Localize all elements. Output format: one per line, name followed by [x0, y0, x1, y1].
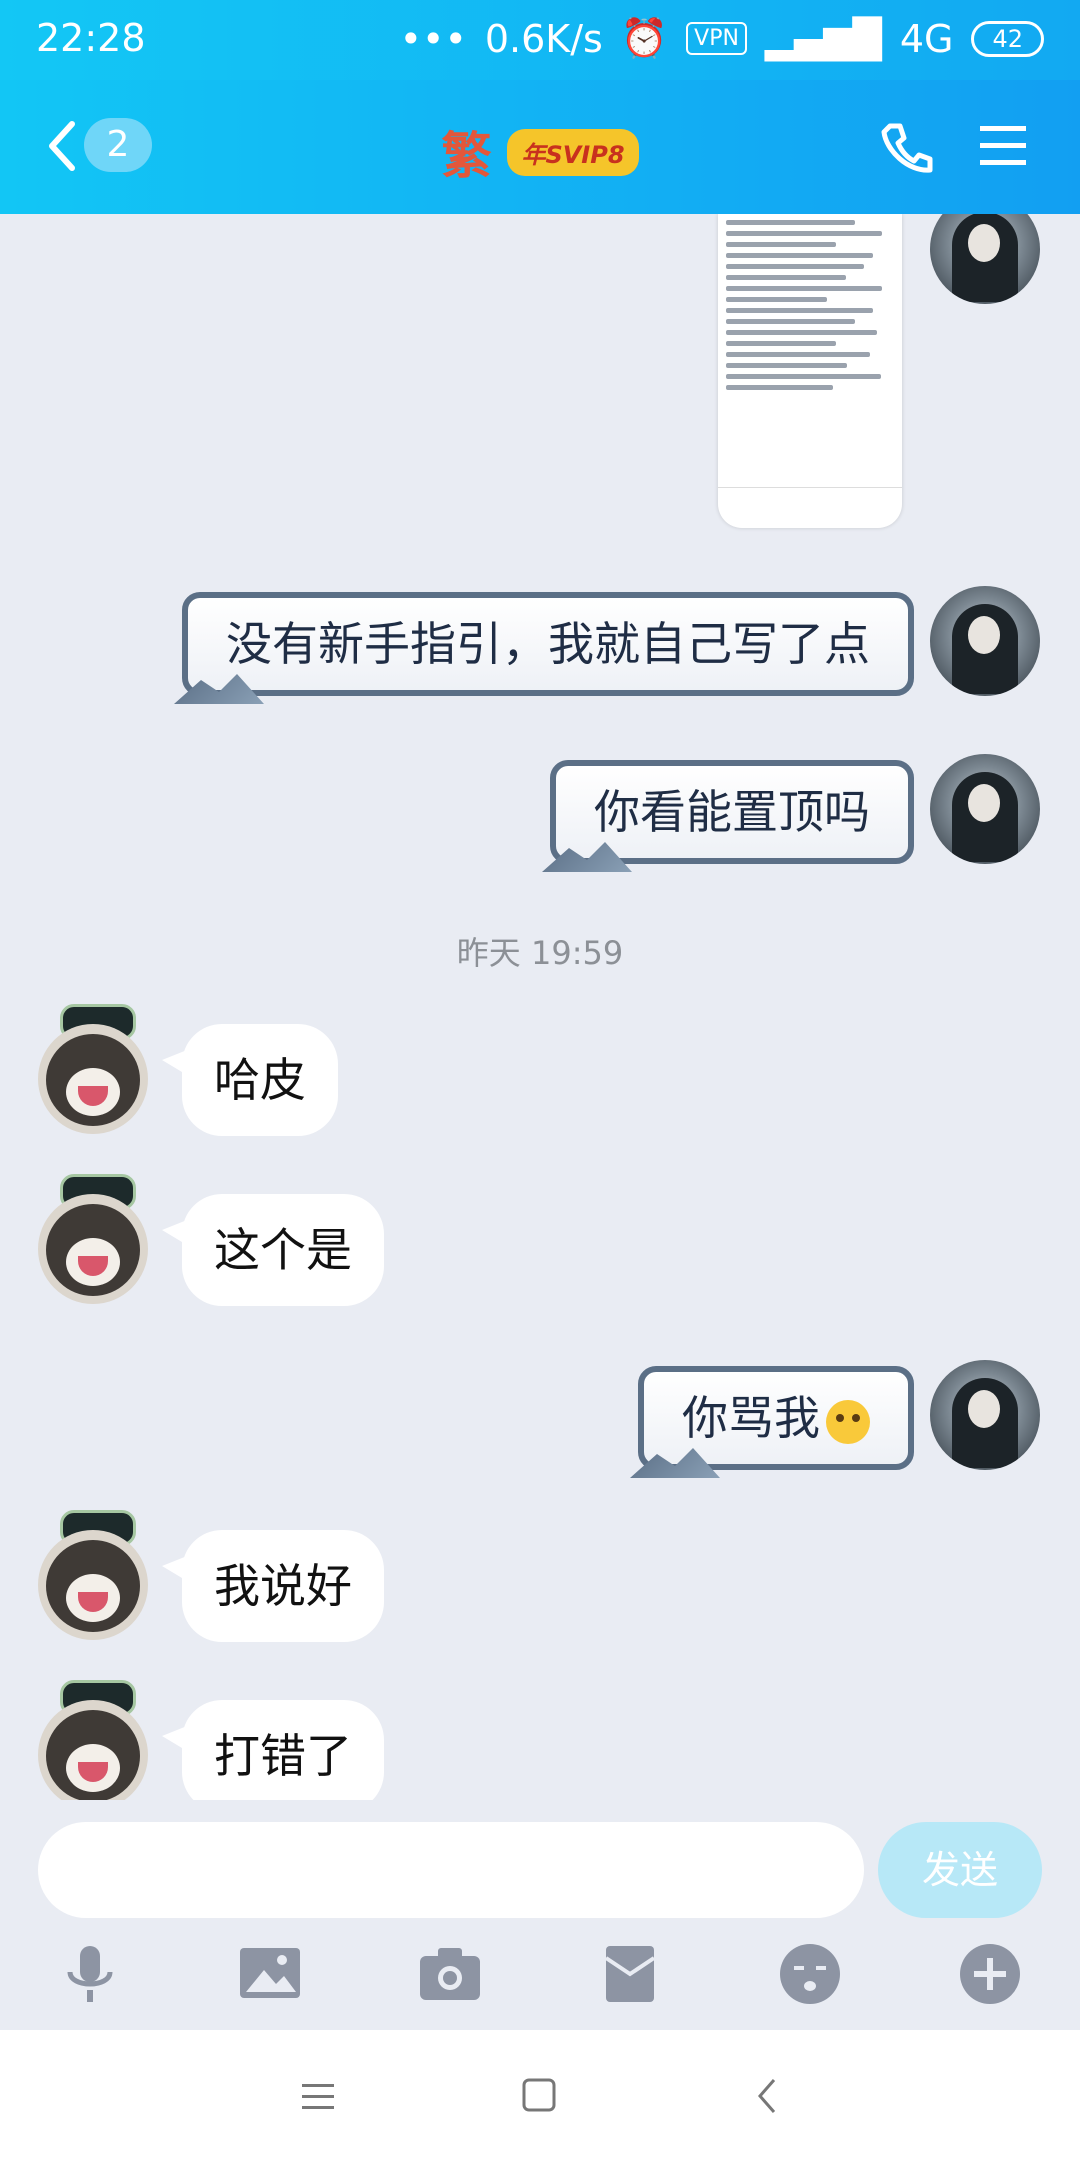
thinking-emoji-icon: [826, 1399, 870, 1444]
network-speed: 0.6K/s: [484, 16, 603, 61]
vpn-badge: VPN: [686, 22, 747, 55]
status-time: 22:28: [36, 16, 146, 60]
image-message-thumbnail[interactable]: [718, 214, 902, 528]
message-input[interactable]: [38, 1822, 864, 1918]
status-indicators: ••• 0.6K/s ⏰ VPN ▂▄▆█ 4G 42: [400, 16, 1044, 61]
message-text: 我说好: [214, 1559, 352, 1613]
message-bubble-received[interactable]: 这个是: [162, 1194, 384, 1306]
back-icon[interactable]: [748, 2078, 788, 2114]
message-text: 这个是: [214, 1223, 352, 1277]
signal-icon: ▂▄▆█: [764, 16, 882, 61]
menu-icon[interactable]: [976, 118, 1030, 172]
my-avatar[interactable]: [930, 214, 1040, 304]
my-avatar[interactable]: [930, 1360, 1040, 1470]
microphone-icon[interactable]: [58, 1942, 122, 2006]
chat-header: 2 繁 年SVIP8: [0, 80, 1080, 214]
message-bubble-sent[interactable]: 你看能置顶吗: [542, 760, 914, 872]
recent-apps-icon[interactable]: [298, 2078, 338, 2114]
message-bubble-received[interactable]: 打错了: [162, 1700, 384, 1800]
emoji-icon[interactable]: [778, 1942, 842, 2006]
contact-avatar[interactable]: [38, 1700, 148, 1800]
message-bubble-sent[interactable]: 你骂我: [630, 1366, 914, 1478]
message-text: 没有新手指引，我就自己写了点: [226, 617, 870, 671]
vip-badge: 年SVIP8: [507, 128, 639, 176]
message-text: 你骂我: [682, 1391, 820, 1445]
red-packet-icon[interactable]: [598, 1942, 662, 2006]
contact-avatar[interactable]: [38, 1530, 148, 1640]
message-bubble-received[interactable]: 哈皮: [162, 1024, 338, 1136]
chat-title: 繁: [441, 127, 492, 185]
dots-icon: •••: [399, 16, 467, 61]
plus-icon[interactable]: [958, 1942, 1022, 2006]
status-bar: 22:28 ••• 0.6K/s ⏰ VPN ▂▄▆█ 4G 42: [0, 0, 1080, 80]
input-toolbar: [0, 1942, 1080, 2022]
image-icon[interactable]: [238, 1942, 302, 2006]
message-text: 你看能置顶吗: [594, 785, 870, 839]
contact-avatar[interactable]: [38, 1194, 148, 1304]
message-timestamp: 昨天 19:59: [456, 934, 624, 972]
chat-message-list[interactable]: 没有新手指引，我就自己写了点 你看能置顶吗 昨天 19:59 哈皮 这个是 你骂…: [0, 214, 1080, 1800]
message-bubble-sent[interactable]: 没有新手指引，我就自己写了点: [174, 592, 914, 704]
my-avatar[interactable]: [930, 586, 1040, 696]
battery-indicator: 42: [971, 20, 1044, 57]
phone-icon[interactable]: [878, 120, 934, 176]
message-bubble-received[interactable]: 我说好: [162, 1530, 384, 1642]
my-avatar[interactable]: [930, 754, 1040, 864]
message-text: 打错了: [214, 1729, 352, 1783]
message-text: 哈皮: [214, 1053, 306, 1107]
home-icon[interactable]: [520, 2078, 560, 2114]
camera-icon[interactable]: [418, 1942, 482, 2006]
network-type: 4G: [899, 16, 954, 61]
alarm-icon: ⏰: [620, 16, 669, 60]
contact-avatar[interactable]: [38, 1024, 148, 1134]
thumbnail-navbar: [718, 487, 902, 528]
send-button[interactable]: 发送: [878, 1822, 1042, 1918]
system-navigation-bar: [0, 2030, 1080, 2160]
